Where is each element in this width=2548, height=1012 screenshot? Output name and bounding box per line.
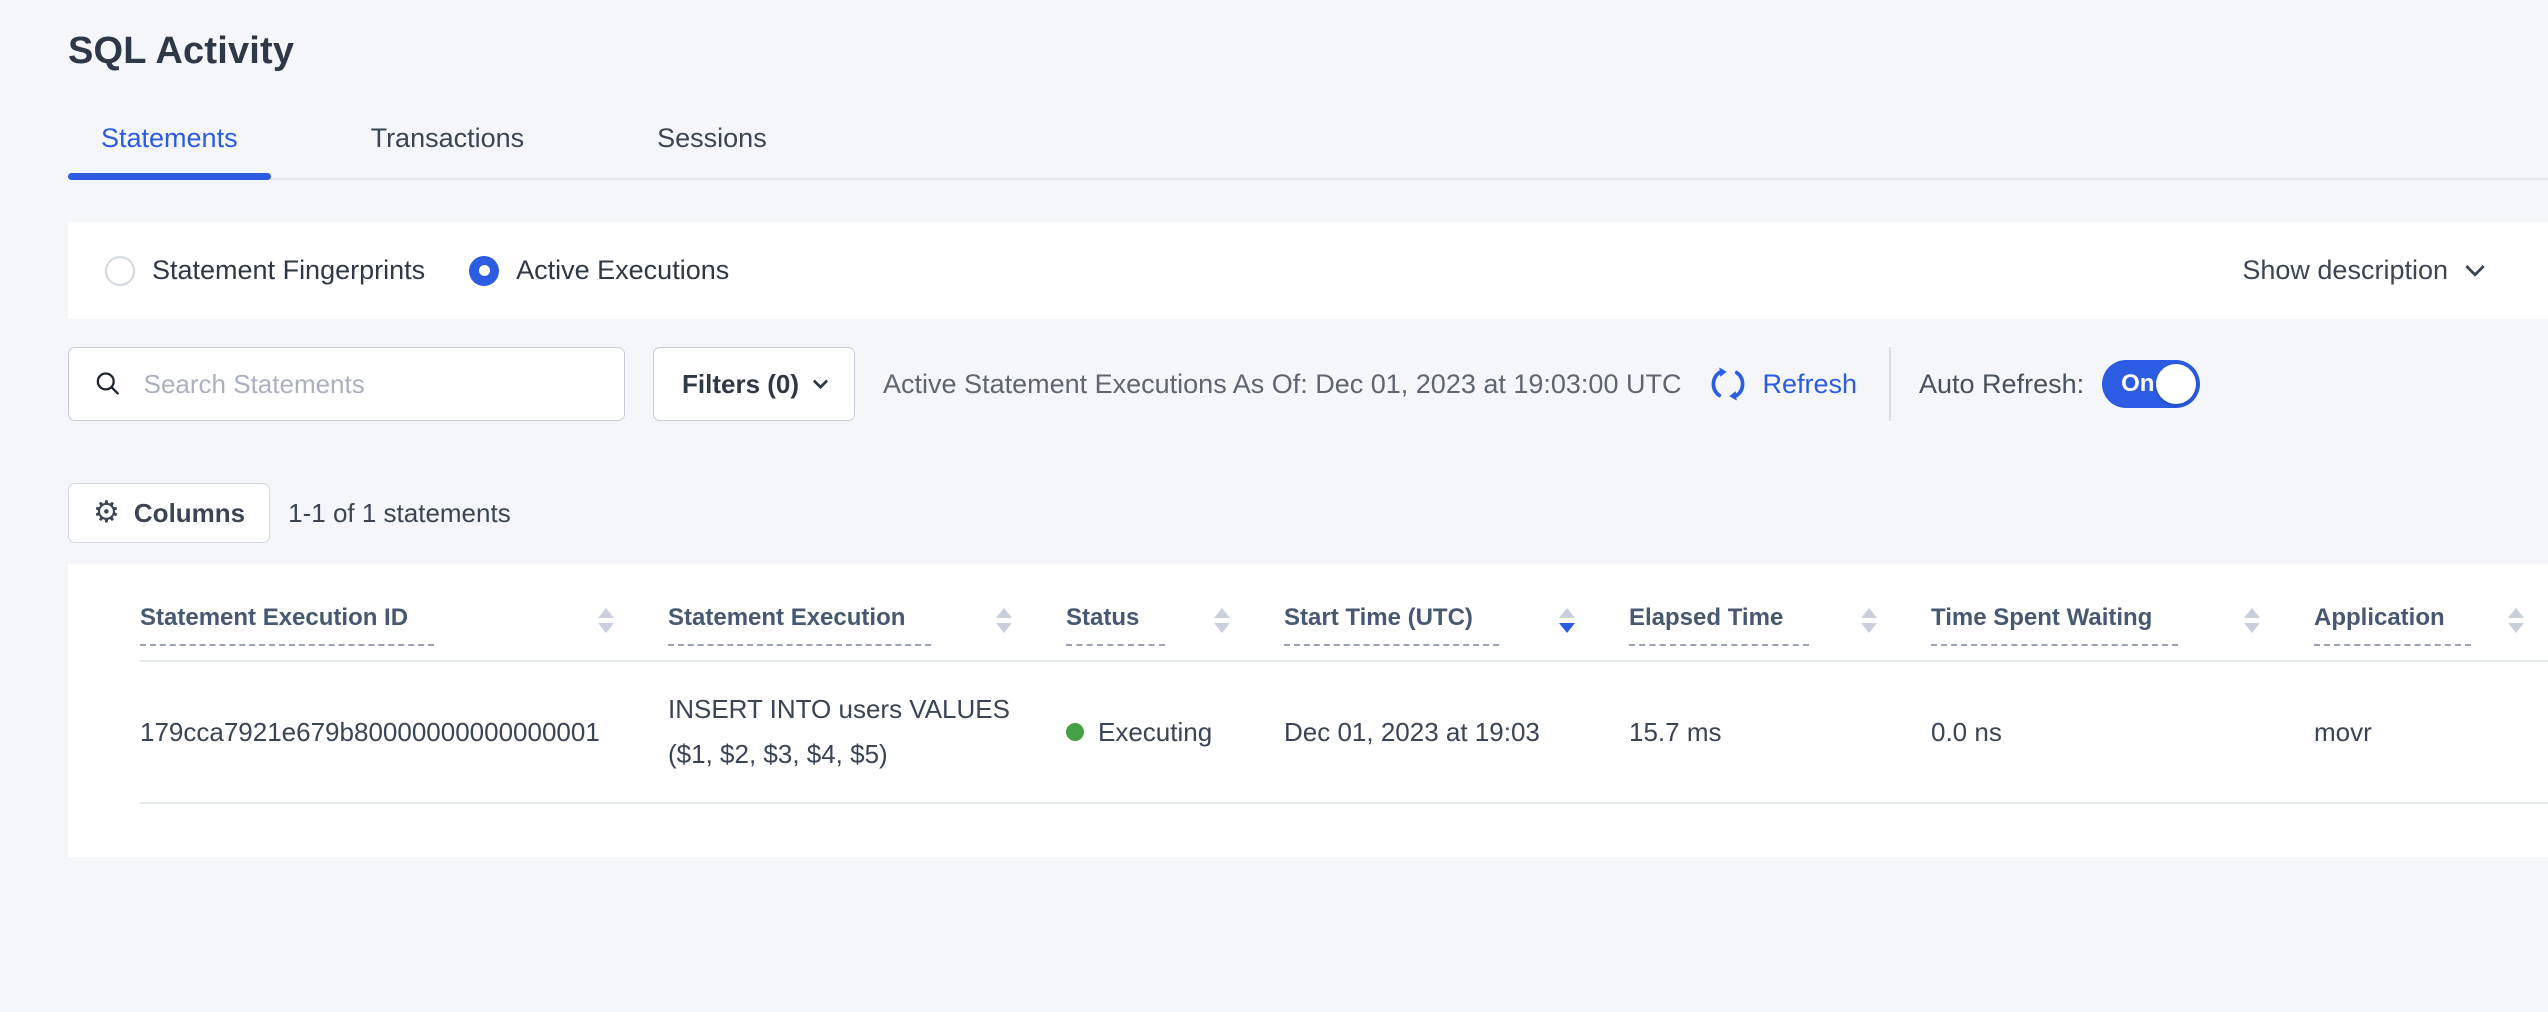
refresh-label: Refresh (1762, 369, 1857, 400)
auto-refresh-toggle[interactable]: On (2102, 360, 2200, 408)
column-header-statement-execution-id[interactable]: Statement Execution ID (140, 604, 668, 660)
tab-statements[interactable]: Statements (68, 123, 271, 178)
sort-icon[interactable] (1214, 608, 1230, 633)
cell-application: movr (2314, 717, 2548, 748)
search-icon (93, 367, 124, 401)
refresh-icon (1707, 363, 1749, 405)
as-of-timestamp: Active Statement Executions As Of: Dec 0… (883, 369, 1681, 400)
page-title: SQL Activity (68, 30, 2548, 73)
result-count: 1-1 of 1 statements (288, 498, 511, 529)
filters-button-label: Filters (0) (682, 369, 799, 400)
sort-icon-active-desc[interactable] (1559, 608, 1575, 633)
show-description-label: Show description (2242, 255, 2448, 286)
tab-sessions[interactable]: Sessions (624, 123, 800, 178)
gear-icon: ⚙ (93, 498, 120, 528)
column-header-status[interactable]: Status (1066, 604, 1284, 660)
sort-icon[interactable] (598, 608, 614, 633)
cell-statement-execution-id: 179cca7921e679b80000000000000001 (140, 717, 668, 748)
column-header-start-time[interactable]: Start Time (UTC) (1284, 604, 1629, 660)
statements-table: Statement Execution ID Statement Executi… (68, 564, 2548, 857)
filters-button[interactable]: Filters (0) (653, 347, 855, 421)
table-row[interactable]: 179cca7921e679b80000000000000001 INSERT … (140, 662, 2548, 804)
sort-icon[interactable] (996, 608, 1012, 633)
column-header-elapsed-time[interactable]: Elapsed Time (1629, 604, 1931, 660)
auto-refresh-toggle-state: On (2121, 370, 2154, 398)
table-controls: ⚙ Columns 1-1 of 1 statements (68, 483, 2548, 543)
tab-transactions[interactable]: Transactions (338, 123, 558, 178)
tab-bar: Statements Transactions Sessions (68, 123, 2548, 180)
refresh-link[interactable]: Refresh (1707, 363, 1857, 405)
cell-elapsed-time: 15.7 ms (1629, 717, 1931, 748)
radio-active-executions-label: Active Executions (516, 255, 729, 286)
cell-statement-execution: INSERT INTO users VALUES ($1, $2, $3, $4… (668, 687, 1066, 776)
column-header-statement-execution[interactable]: Statement Execution (668, 604, 1066, 660)
sort-icon[interactable] (1861, 608, 1877, 633)
columns-button-label: Columns (134, 498, 245, 529)
toolbar-divider (1889, 347, 1891, 421)
status-label: Executing (1098, 717, 1212, 748)
auto-refresh-label: Auto Refresh: (1919, 369, 2084, 400)
radio-statement-fingerprints-label: Statement Fingerprints (152, 255, 425, 286)
chevron-down-icon (2465, 257, 2485, 277)
sort-icon[interactable] (2244, 608, 2260, 633)
radio-active-executions[interactable]: Active Executions (469, 255, 729, 286)
chevron-down-icon (813, 373, 829, 389)
cell-start-time: Dec 01, 2023 at 19:03 (1284, 717, 1629, 748)
search-input[interactable] (144, 369, 604, 400)
cell-time-spent-waiting: 0.0 ns (1931, 717, 2314, 748)
table-header-row: Statement Execution ID Statement Executi… (140, 564, 2548, 662)
cell-status: Executing (1066, 717, 1284, 748)
toggle-knob[interactable] (2156, 364, 2196, 404)
columns-button[interactable]: ⚙ Columns (68, 483, 270, 543)
radio-statement-fingerprints[interactable]: Statement Fingerprints (105, 255, 425, 286)
sort-icon[interactable] (2508, 608, 2524, 633)
column-header-time-spent-waiting[interactable]: Time Spent Waiting (1931, 604, 2314, 660)
show-description-toggle[interactable]: Show description (2242, 255, 2482, 286)
view-mode-card: Statement Fingerprints Active Executions… (68, 222, 2548, 319)
toolbar: Filters (0) Active Statement Executions … (68, 347, 2548, 421)
radio-unselected-icon[interactable] (105, 256, 135, 286)
radio-selected-icon[interactable] (469, 256, 499, 286)
search-box[interactable] (68, 347, 625, 421)
status-executing-dot (1066, 723, 1084, 741)
column-header-application[interactable]: Application (2314, 604, 2548, 660)
view-mode-radio-group: Statement Fingerprints Active Executions (105, 255, 729, 286)
